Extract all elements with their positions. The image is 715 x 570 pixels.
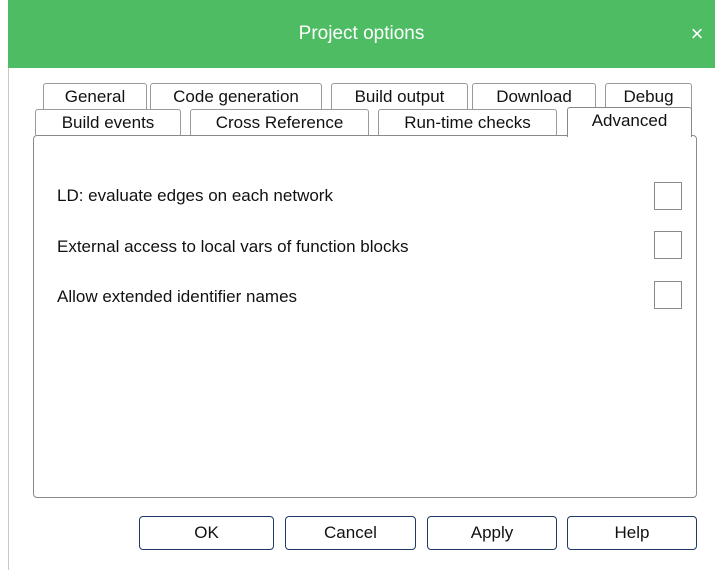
tab-advanced[interactable]: Advanced: [567, 107, 692, 137]
checkbox-external-access-local-vars[interactable]: [654, 231, 682, 259]
checkbox-extended-identifier-names[interactable]: [654, 281, 682, 309]
option-label-ld-evaluate-edges: LD: evaluate edges on each network: [57, 186, 333, 205]
close-icon[interactable]: ×: [679, 0, 715, 68]
tab-debug[interactable]: Debug: [605, 83, 692, 109]
apply-button[interactable]: Apply: [427, 516, 557, 550]
help-button[interactable]: Help: [567, 516, 697, 550]
dialog-left-border: [8, 68, 9, 570]
tab-cross-reference[interactable]: Cross Reference: [190, 109, 369, 135]
tab-build-output[interactable]: Build output: [331, 83, 468, 109]
ok-button[interactable]: OK: [139, 516, 274, 550]
tab-run-time-checks[interactable]: Run-time checks: [378, 109, 557, 135]
tab-code-generation[interactable]: Code generation: [150, 83, 322, 109]
checkbox-ld-evaluate-edges[interactable]: [654, 182, 682, 210]
advanced-options-panel: LD: evaluate edges on each network Exter…: [33, 135, 697, 498]
project-options-dialog: Project options × General Code generatio…: [0, 0, 715, 570]
option-label-extended-identifier-names: Allow extended identifier names: [57, 287, 298, 306]
tab-download[interactable]: Download: [472, 83, 596, 109]
tab-build-events[interactable]: Build events: [35, 109, 181, 135]
option-label-external-access-local-vars: External access to local vars of functio…: [57, 237, 409, 256]
tab-general[interactable]: General: [43, 83, 147, 109]
cancel-button[interactable]: Cancel: [285, 516, 416, 550]
title-bar: Project options ×: [8, 0, 715, 68]
dialog-title: Project options: [298, 23, 425, 44]
